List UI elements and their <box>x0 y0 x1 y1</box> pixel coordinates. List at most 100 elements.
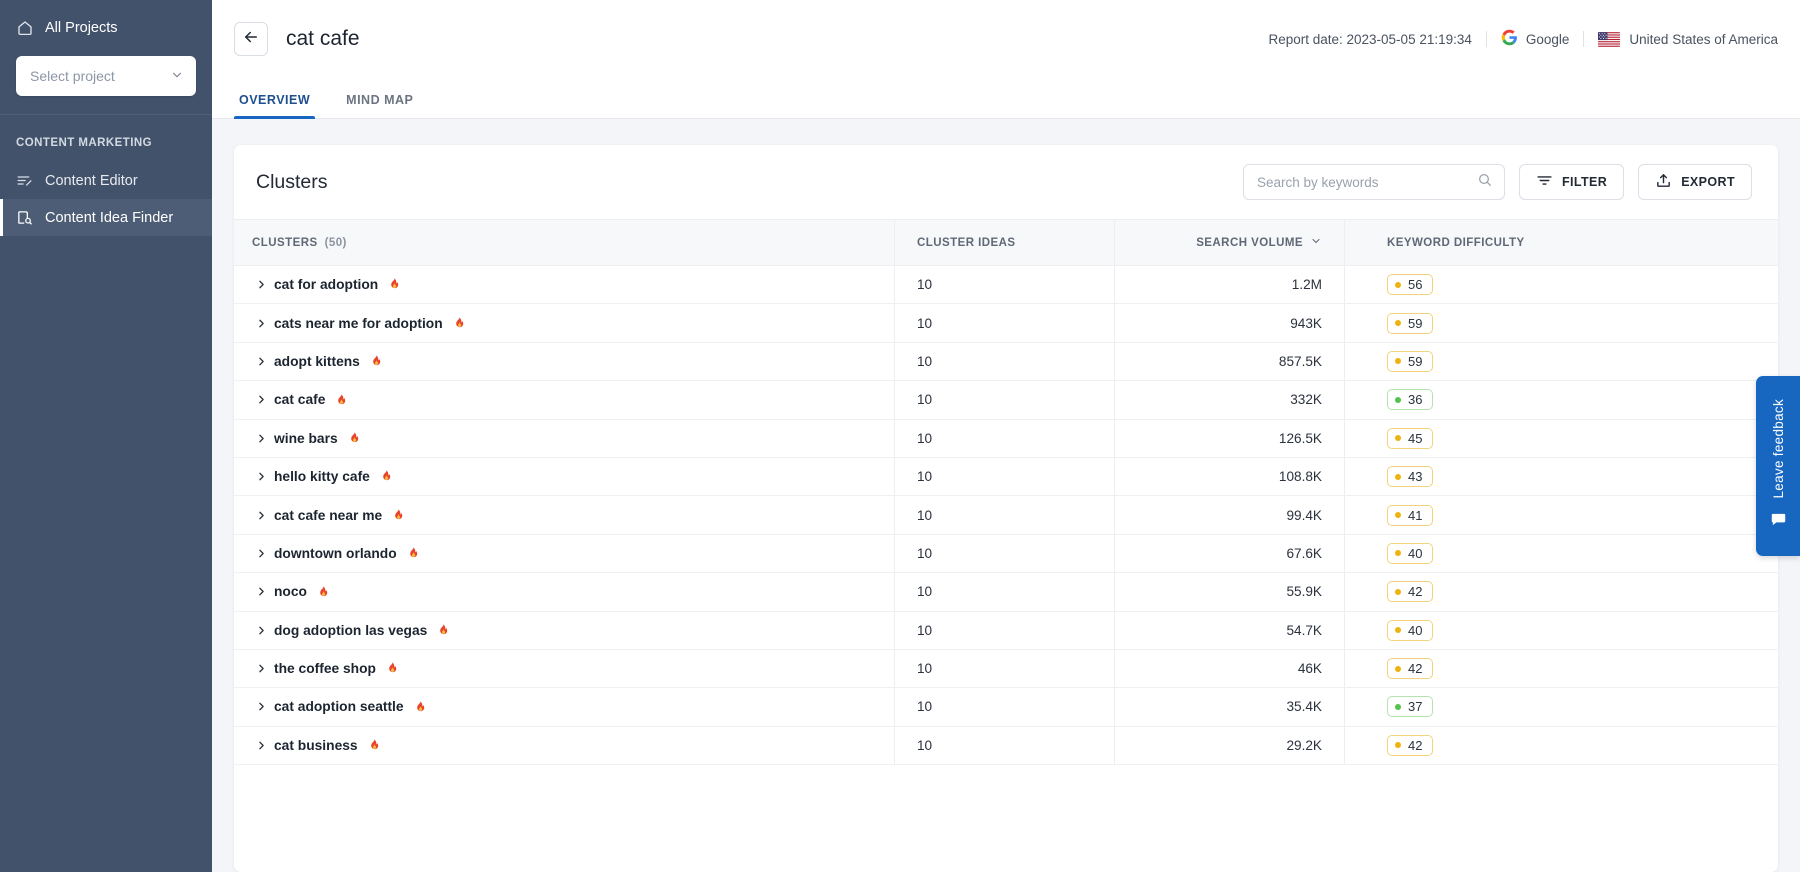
expand-row-icon[interactable] <box>252 509 270 522</box>
cell-cluster: cat adoption seattle <box>234 688 894 725</box>
leave-feedback-label: Leave feedback <box>1771 399 1786 499</box>
export-icon <box>1655 172 1672 192</box>
column-header-clusters[interactable]: CLUSTERS (50) <box>234 220 894 265</box>
trending-fire-icon <box>369 353 383 370</box>
table-row[interactable]: dog adoption las vegas1054.7K40 <box>234 612 1778 650</box>
arrow-left-icon <box>242 28 260 51</box>
table-row[interactable]: cat cafe10332K36 <box>234 381 1778 419</box>
difficulty-value: 43 <box>1408 469 1422 484</box>
export-button[interactable]: EXPORT <box>1638 164 1752 200</box>
difficulty-dot-icon <box>1395 627 1401 633</box>
cell-cluster: cat cafe near me <box>234 496 894 533</box>
search-icon[interactable] <box>1477 172 1493 193</box>
cell-search-volume: 943K <box>1114 304 1344 341</box>
card-title: Clusters <box>256 171 328 194</box>
difficulty-dot-icon <box>1395 550 1401 556</box>
country-selector[interactable]: United States of America <box>1598 32 1778 47</box>
sidebar-item-content-editor[interactable]: Content Editor <box>0 162 212 199</box>
cell-cluster-ideas: 10 <box>894 612 1114 649</box>
table-row[interactable]: wine bars10126.5K45 <box>234 420 1778 458</box>
top-bar: cat cafe Report date: 2023-05-05 21:19:3… <box>212 0 1800 78</box>
keyword-difficulty-badge: 56 <box>1387 274 1433 295</box>
cell-cluster-ideas: 10 <box>894 573 1114 610</box>
cluster-name: cat cafe <box>274 392 325 407</box>
clusters-card: Clusters <box>234 145 1778 872</box>
keyword-difficulty-badge: 41 <box>1387 505 1433 526</box>
expand-row-icon[interactable] <box>252 585 270 598</box>
leave-feedback-tab[interactable]: Leave feedback <box>1756 376 1800 556</box>
expand-row-icon[interactable] <box>252 624 270 637</box>
expand-row-icon[interactable] <box>252 470 270 483</box>
expand-row-icon[interactable] <box>252 432 270 445</box>
cell-cluster-ideas: 10 <box>894 420 1114 457</box>
sidebar-item-content-idea-finder[interactable]: Content Idea Finder <box>0 199 212 236</box>
expand-row-icon[interactable] <box>252 662 270 675</box>
sidebar-item-label: Content Editor <box>45 173 138 189</box>
table-row[interactable]: adopt kittens10857.5K59 <box>234 343 1778 381</box>
divider <box>1486 31 1487 47</box>
expand-row-icon[interactable] <box>252 317 270 330</box>
divider <box>1583 31 1584 47</box>
cell-cluster-ideas: 10 <box>894 458 1114 495</box>
column-label: KEYWORD DIFFICULTY <box>1387 237 1525 249</box>
table-row[interactable]: cat cafe near me1099.4K41 <box>234 496 1778 534</box>
search-input[interactable] <box>1257 175 1477 190</box>
cluster-name: dog adoption las vegas <box>274 623 427 638</box>
sidebar-top: All Projects Select project <box>0 0 212 96</box>
expand-row-icon[interactable] <box>252 355 270 368</box>
search-box[interactable] <box>1243 164 1505 200</box>
table-row[interactable]: cats near me for adoption10943K59 <box>234 304 1778 342</box>
tab-overview[interactable]: OVERVIEW <box>234 93 315 118</box>
us-flag-icon <box>1598 32 1620 47</box>
expand-row-icon[interactable] <box>252 700 270 713</box>
cell-keyword-difficulty: 37 <box>1344 688 1778 725</box>
table-row[interactable]: cat adoption seattle1035.4K37 <box>234 688 1778 726</box>
project-select[interactable]: Select project <box>16 56 196 96</box>
cell-search-volume: 67.6K <box>1114 535 1344 572</box>
cell-cluster-ideas: 10 <box>894 650 1114 687</box>
trending-fire-icon <box>379 468 393 485</box>
column-header-cluster-ideas[interactable]: CLUSTER IDEAS <box>894 220 1114 265</box>
table-row[interactable]: cat business1029.2K42 <box>234 727 1778 765</box>
difficulty-value: 41 <box>1408 508 1422 523</box>
cell-cluster: cat cafe <box>234 381 894 418</box>
trending-fire-icon <box>436 622 450 639</box>
difficulty-value: 56 <box>1408 277 1422 292</box>
cell-cluster-ideas: 10 <box>894 304 1114 341</box>
sidebar-items: Content Editor Content Idea Finder <box>0 162 212 236</box>
expand-row-icon[interactable] <box>252 739 270 752</box>
sidebar: All Projects Select project CONTENT MARK… <box>0 0 212 872</box>
expand-row-icon[interactable] <box>252 393 270 406</box>
cell-keyword-difficulty: 42 <box>1344 573 1778 610</box>
search-engine: Google <box>1501 29 1570 49</box>
trending-fire-icon <box>385 660 399 677</box>
expand-row-icon[interactable] <box>252 547 270 560</box>
expand-row-icon[interactable] <box>252 278 270 291</box>
cell-keyword-difficulty: 40 <box>1344 612 1778 649</box>
keyword-difficulty-badge: 45 <box>1387 428 1433 449</box>
filter-button[interactable]: FILTER <box>1519 164 1624 200</box>
tabs-bar: OVERVIEW MIND MAP <box>212 78 1800 119</box>
cell-cluster: dog adoption las vegas <box>234 612 894 649</box>
cell-cluster-ideas: 10 <box>894 535 1114 572</box>
tab-mind-map[interactable]: MIND MAP <box>341 93 418 118</box>
cell-cluster-ideas: 10 <box>894 688 1114 725</box>
table-row[interactable]: hello kitty cafe10108.8K43 <box>234 458 1778 496</box>
filter-button-label: FILTER <box>1562 175 1607 189</box>
cell-search-volume: 857.5K <box>1114 343 1344 380</box>
sidebar-all-projects[interactable]: All Projects <box>16 14 196 40</box>
column-header-keyword-difficulty[interactable]: KEYWORD DIFFICULTY <box>1344 220 1778 265</box>
back-button[interactable] <box>234 22 268 56</box>
table-row[interactable]: downtown orlando1067.6K40 <box>234 535 1778 573</box>
table-row[interactable]: cat for adoption101.2M56 <box>234 266 1778 304</box>
difficulty-value: 59 <box>1408 354 1422 369</box>
table-row[interactable]: the coffee shop1046K42 <box>234 650 1778 688</box>
table-row[interactable]: noco1055.9K42 <box>234 573 1778 611</box>
home-icon <box>16 19 34 37</box>
project-select-value: Select project <box>30 68 170 84</box>
google-icon <box>1501 29 1518 49</box>
difficulty-dot-icon <box>1395 397 1401 403</box>
column-header-search-volume[interactable]: SEARCH VOLUME <box>1114 220 1344 265</box>
content-editor-icon <box>16 172 33 189</box>
difficulty-dot-icon <box>1395 474 1401 480</box>
